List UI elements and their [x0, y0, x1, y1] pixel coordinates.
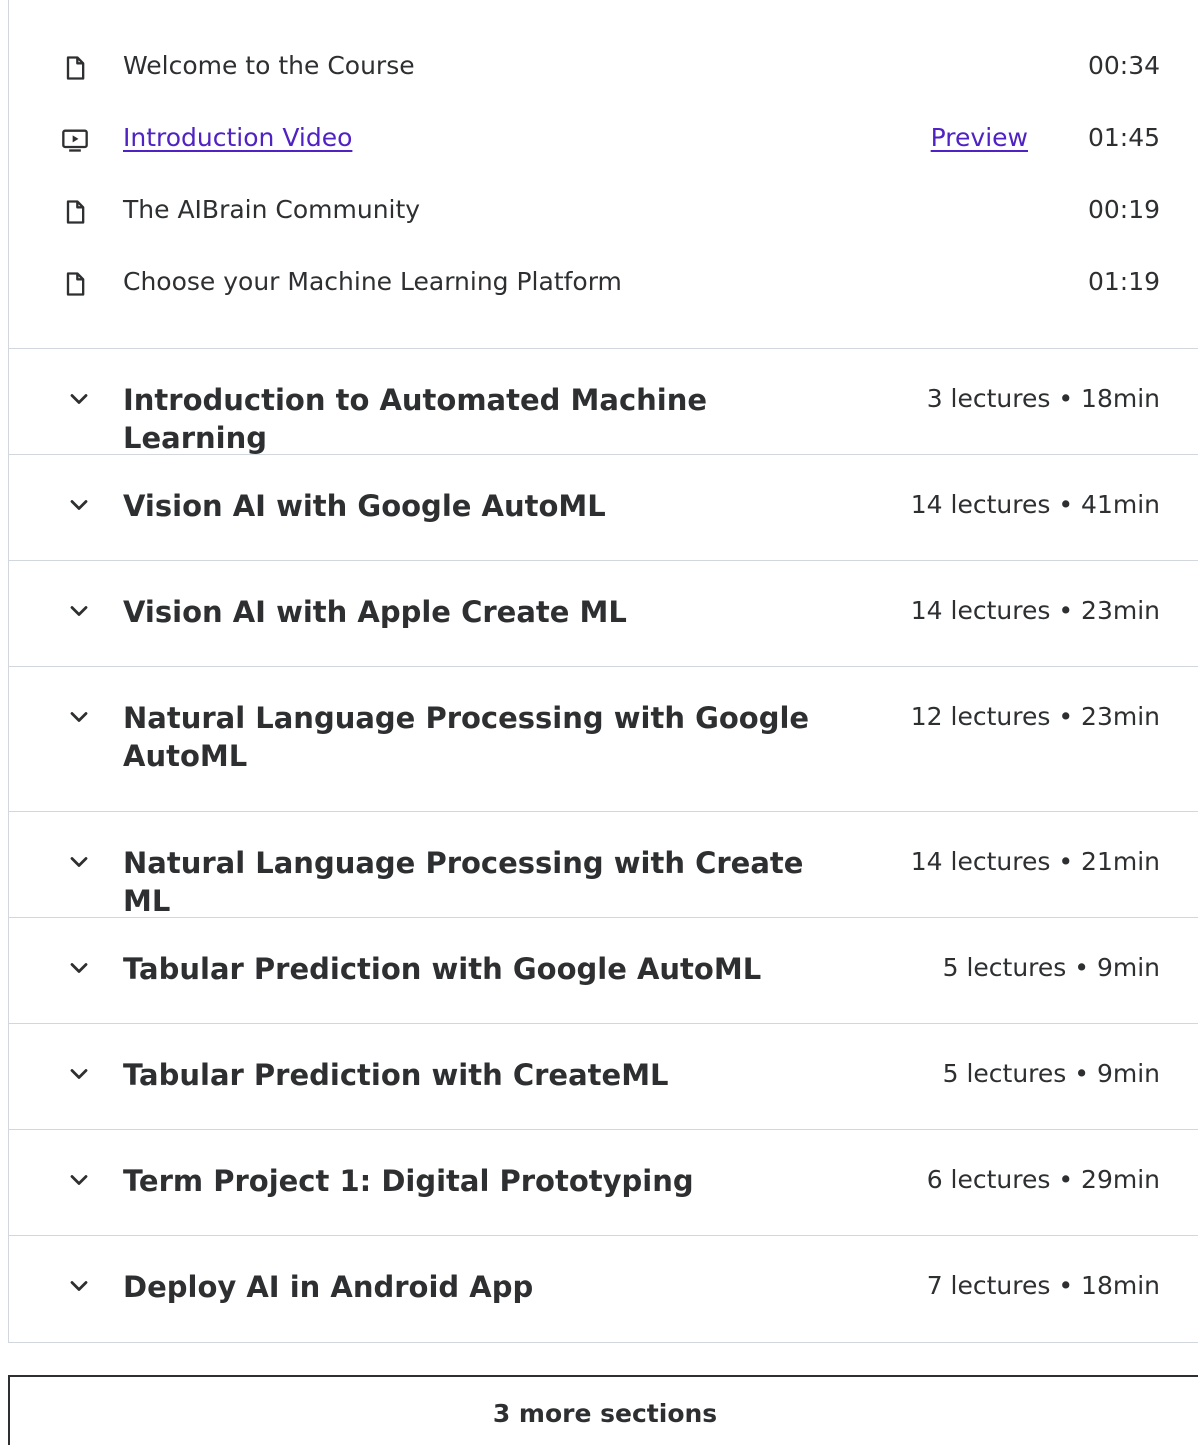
chevron-down-icon	[65, 385, 93, 413]
chevron-down-icon	[65, 703, 93, 731]
lecture-duration: 00:34	[1087, 51, 1160, 80]
chevron-down-icon	[65, 597, 93, 625]
file-icon	[61, 270, 89, 298]
lecture-duration: 00:19	[1087, 195, 1160, 224]
section-title: Introduction to Automated Machine Learni…	[123, 383, 708, 455]
section-meta: 14 lectures • 23min	[910, 596, 1160, 625]
section-meta: 5 lectures • 9min	[942, 953, 1160, 982]
chevron-down-icon	[65, 1166, 93, 1194]
section-meta: 14 lectures • 41min	[910, 490, 1160, 519]
section-row[interactable]: Term Project 1: Digital Prototyping 6 le…	[9, 1130, 1198, 1236]
section-meta: 7 lectures • 18min	[926, 1271, 1160, 1300]
lecture-title: Choose your Machine Learning Platform	[123, 267, 622, 296]
section-meta: 3 lectures • 18min	[926, 384, 1160, 413]
section-row[interactable]: Natural Language Processing with Create …	[9, 812, 1198, 918]
section-title: Term Project 1: Digital Prototyping	[123, 1164, 694, 1198]
section-meta: 5 lectures • 9min	[942, 1059, 1160, 1088]
section-row[interactable]: Deploy AI in Android App 7 lectures • 18…	[9, 1236, 1198, 1342]
lecture-row: Choose your Machine Learning Platform 01…	[9, 246, 1198, 318]
section-row[interactable]: Vision AI with Apple Create ML 14 lectur…	[9, 561, 1198, 667]
chevron-down-icon	[65, 954, 93, 982]
chevron-down-icon	[65, 848, 93, 876]
more-sections-button[interactable]: 3 more sections	[8, 1375, 1198, 1445]
lecture-list: Welcome to the Course 00:34 Introduction…	[9, 0, 1198, 349]
section-row[interactable]: Vision AI with Google AutoML 14 lectures…	[9, 455, 1198, 561]
file-icon	[61, 54, 89, 82]
section-title: Deploy AI in Android App	[123, 1270, 534, 1304]
chevron-down-icon	[65, 1272, 93, 1300]
section-meta: 12 lectures • 23min	[910, 702, 1160, 731]
section-title: Tabular Prediction with CreateML	[123, 1058, 669, 1092]
section-title: Vision AI with Apple Create ML	[123, 595, 627, 629]
section-title: Natural Language Processing with Google …	[123, 701, 810, 773]
file-icon	[61, 198, 89, 226]
preview-link[interactable]: Preview	[931, 122, 1028, 154]
lecture-row: The AIBrain Community 00:19	[9, 174, 1198, 246]
lecture-title: Welcome to the Course	[123, 51, 415, 80]
section-meta: 14 lectures • 21min	[910, 847, 1160, 876]
section-row[interactable]: Tabular Prediction with Google AutoML 5 …	[9, 918, 1198, 1024]
lecture-title-link[interactable]: Introduction Video	[123, 122, 352, 154]
video-icon	[61, 126, 89, 154]
section-row[interactable]: Tabular Prediction with CreateML 5 lectu…	[9, 1024, 1198, 1130]
section-row[interactable]: Natural Language Processing with Google …	[9, 667, 1198, 812]
section-row[interactable]: Introduction to Automated Machine Learni…	[9, 349, 1198, 455]
chevron-down-icon	[65, 1060, 93, 1088]
curriculum-panel: Welcome to the Course 00:34 Introduction…	[8, 0, 1198, 1343]
section-title: Natural Language Processing with Create …	[123, 846, 804, 918]
section-title: Vision AI with Google AutoML	[123, 489, 606, 523]
lecture-row: Introduction Video Preview 01:45	[9, 102, 1198, 174]
chevron-down-icon	[65, 491, 93, 519]
section-title: Tabular Prediction with Google AutoML	[123, 952, 762, 986]
lecture-row: Welcome to the Course 00:34	[9, 30, 1198, 102]
lecture-duration: 01:19	[1087, 267, 1160, 296]
lecture-title: The AIBrain Community	[123, 195, 421, 224]
lecture-duration: 01:45	[1087, 123, 1160, 152]
section-meta: 6 lectures • 29min	[926, 1165, 1160, 1194]
